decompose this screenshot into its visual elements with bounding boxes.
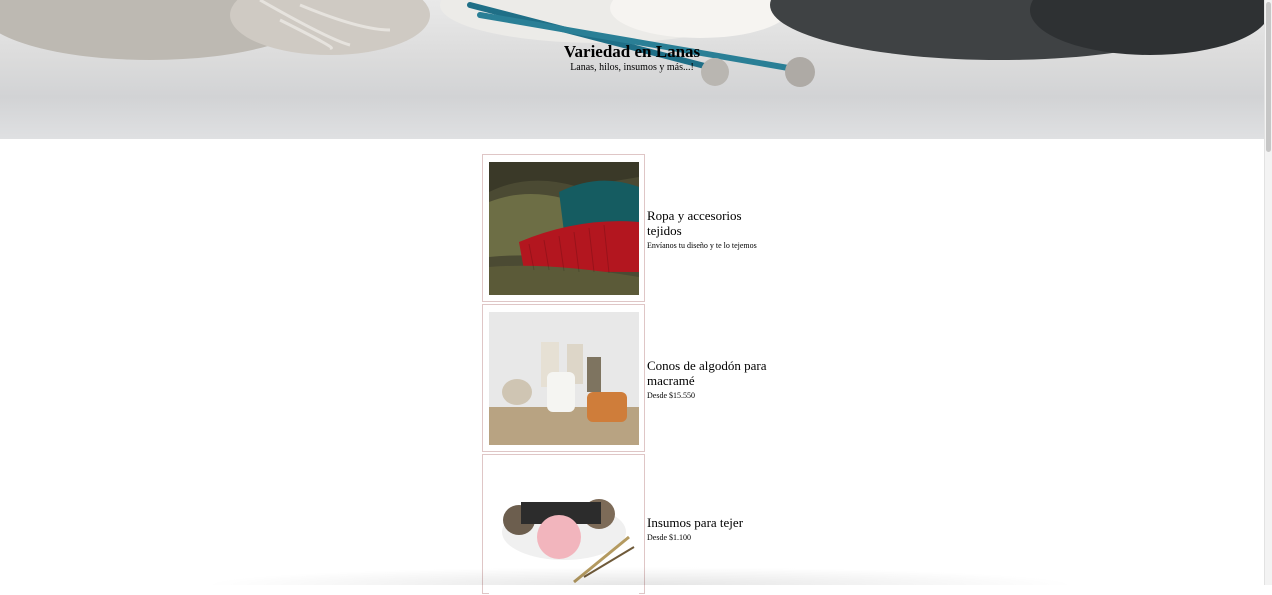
product-info-conos: Conos de algodón para macramé Desde $15.… <box>647 358 777 401</box>
bottom-shadow <box>200 567 1080 585</box>
product-card-ropa[interactable] <box>482 154 645 302</box>
scrollbar-thumb[interactable] <box>1266 2 1271 152</box>
hero-title: Variedad en Lanas <box>563 42 701 61</box>
product-title[interactable]: Insumos para tejer <box>647 515 777 530</box>
knitted-beanies-image[interactable] <box>489 162 639 295</box>
product-card-conos[interactable] <box>482 304 645 452</box>
hero-banner: Variedad en Lanas Lanas, hilos, insumos … <box>0 0 1264 139</box>
product-detail: Desde $1.100 <box>647 533 691 542</box>
product-title[interactable]: Ropa y accesorios tejidos <box>647 208 777 238</box>
hero-subtitle: Lanas, hilos, insumos y más...! <box>570 62 694 73</box>
macrame-cones-image[interactable] <box>489 312 639 445</box>
product-info-insumos: Insumos para tejer Desde $1.100 <box>647 515 777 543</box>
product-info-ropa: Ropa y accesorios tejidos Envíanos tu di… <box>647 208 777 251</box>
product-title[interactable]: Conos de algodón para macramé <box>647 358 777 388</box>
product-detail: Desde $15.550 <box>647 391 695 400</box>
product-detail: Envíanos tu diseño y te lo tejemos <box>647 241 757 250</box>
